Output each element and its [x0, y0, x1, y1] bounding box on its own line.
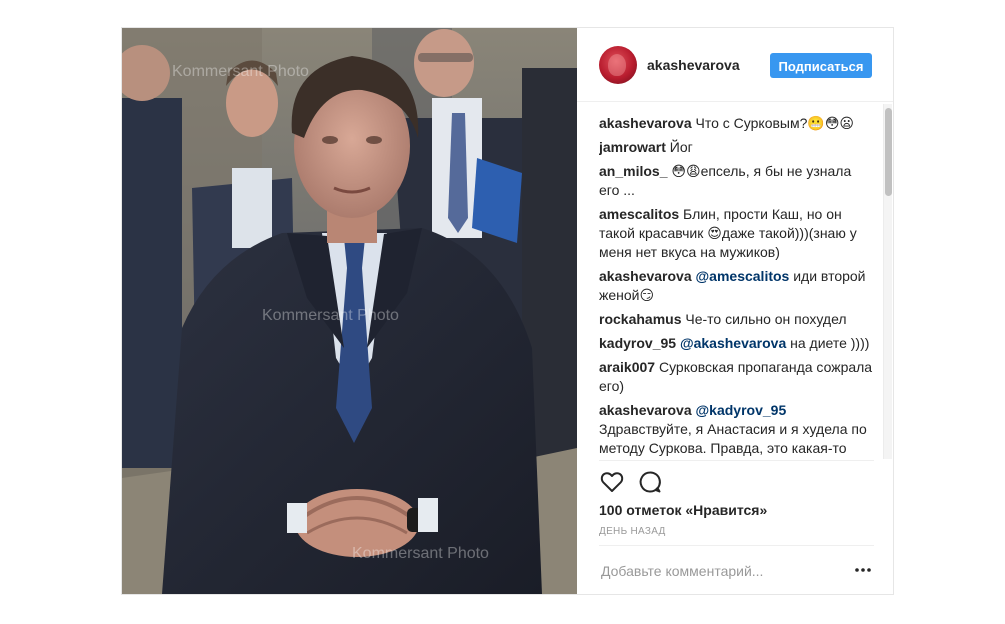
- comment-item: akashevarova @amescalitos иди второй жен…: [599, 267, 874, 305]
- photo-watermark-middle: Kommersant Photo: [262, 307, 399, 324]
- comment-text: Что с Сурковым?😬😳😦: [691, 115, 855, 131]
- comment-item: an_milos_ 😳😩епсель, я бы не узнала его .…: [599, 162, 874, 200]
- heart-icon: [600, 472, 624, 492]
- post-author-username[interactable]: akashevarova: [647, 57, 740, 73]
- scrollbar-thumb[interactable]: [885, 108, 892, 196]
- comment-icon: [639, 471, 661, 493]
- comment-text: на диете )))): [786, 335, 870, 351]
- comment-mention[interactable]: @akashevarova: [676, 335, 786, 351]
- post-header: akashevarova Подписаться: [577, 28, 893, 102]
- add-comment-input[interactable]: [599, 558, 843, 584]
- more-options-button[interactable]: [854, 561, 872, 579]
- photo-watermark-top: Kommersant Photo: [172, 63, 309, 80]
- avatar[interactable]: [599, 46, 637, 84]
- comment-text: Здравствуйте, я Анастасия и я худела по …: [599, 421, 867, 456]
- comment-text: Че-то сильно он похудел: [681, 311, 847, 327]
- comment-item: kadyrov_95 @akashevarova на диете )))): [599, 334, 874, 353]
- comment-username[interactable]: an_milos_: [599, 163, 667, 179]
- instagram-post: Kommersant Photo Kommersant Photo Kommer…: [121, 27, 894, 595]
- comment-mention[interactable]: @amescalitos: [692, 268, 790, 284]
- post-photo[interactable]: Kommersant Photo Kommersant Photo Kommer…: [122, 28, 577, 594]
- comment-text: Йог: [665, 139, 693, 155]
- comment-button[interactable]: [637, 469, 663, 495]
- post-timestamp[interactable]: ДЕНЬ НАЗАД: [599, 526, 666, 537]
- comment-username[interactable]: akashevarova: [599, 268, 692, 284]
- comment-username[interactable]: akashevarova: [599, 115, 692, 131]
- comment-mention[interactable]: @kadyrov_95: [692, 402, 787, 418]
- post-footer: 100 отметок «Нравится» ДЕНЬ НАЗАД: [599, 460, 874, 595]
- comments-list: akashevarova Что с Сурковым?😬😳😦 jamrowar…: [599, 114, 874, 459]
- photo-watermark-bottom: Kommersant Photo: [352, 545, 489, 562]
- follow-button[interactable]: Подписаться: [770, 53, 872, 78]
- comment-item: rockahamus Че-то сильно он похудел: [599, 310, 874, 329]
- like-button[interactable]: [599, 469, 625, 495]
- comment-username[interactable]: amescalitos: [599, 206, 679, 222]
- comment-username[interactable]: akashevarova: [599, 402, 692, 418]
- comment-item: akashevarova @kadyrov_95 Здравствуйте, я…: [599, 401, 874, 459]
- comment-username[interactable]: araik007: [599, 359, 655, 375]
- comments-scrollbar[interactable]: [883, 104, 892, 459]
- comment-username[interactable]: rockahamus: [599, 311, 681, 327]
- comment-item: akashevarova Что с Сурковым?😬😳😦: [599, 114, 874, 133]
- comment-username[interactable]: kadyrov_95: [599, 335, 676, 351]
- more-options-icon: [855, 568, 871, 572]
- likes-count[interactable]: 100 отметок «Нравится»: [599, 502, 767, 518]
- add-comment-bar: [599, 545, 874, 596]
- comment-item: amescalitos Блин, прости Каш, но он тако…: [599, 205, 874, 262]
- post-sidebar: akashevarova Подписаться akashevarova Чт…: [577, 28, 893, 594]
- comment-username[interactable]: jamrowart: [599, 139, 666, 155]
- photo-illustration: Kommersant Photo Kommersant Photo Kommer…: [122, 28, 577, 594]
- comment-item: jamrowart Йог: [599, 138, 874, 157]
- comment-item: araik007 Сурковская пропаганда сожрала е…: [599, 358, 874, 396]
